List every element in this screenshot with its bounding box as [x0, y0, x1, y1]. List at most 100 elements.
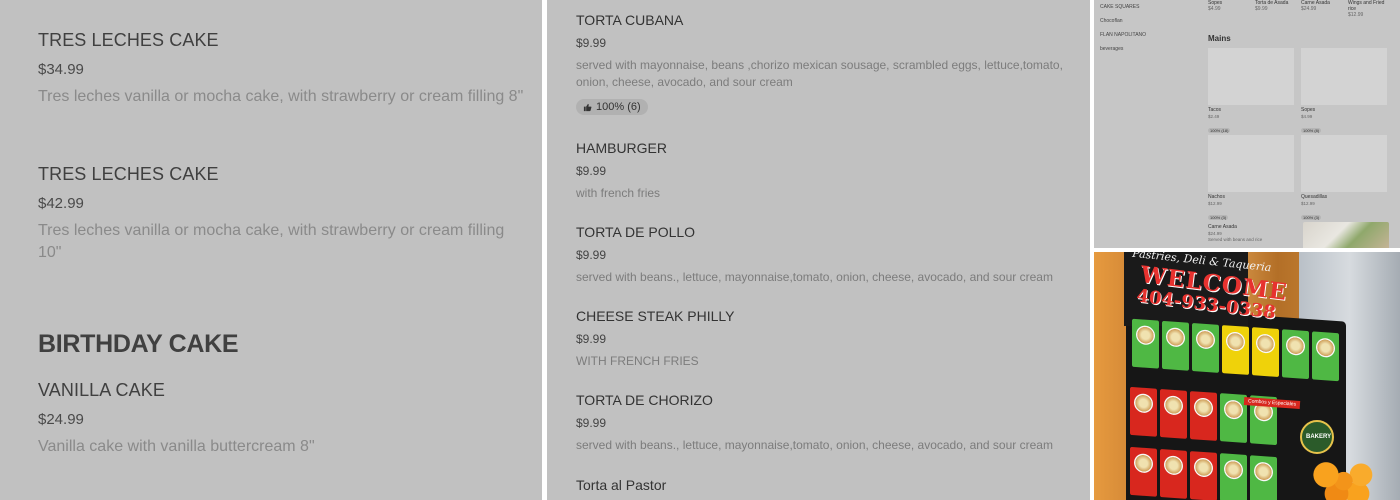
food-plate — [1134, 453, 1153, 474]
food-image — [1301, 48, 1387, 105]
item-price: $34.99 — [38, 61, 84, 78]
item-description: served with mayonnaise, beans ,chorizo m… — [576, 58, 1063, 89]
sidebar-item-flan-napolitano[interactable]: FLAN NAPOLITANO — [1100, 32, 1200, 38]
menu-card[interactable]: Carne Asada $24.99 Served with beans and… — [1208, 222, 1294, 242]
menu-tile — [1132, 318, 1159, 369]
item-description: Tres leches vanilla or mocha cake, with … — [38, 222, 505, 261]
rating-badge: 100% (18) — [1208, 128, 1231, 133]
food-plate — [1224, 459, 1243, 480]
item-name: Sopes — [1301, 107, 1316, 113]
ordering-page-thumbnail: CAKE SQUARES Chocoflan FLAN NAPOLITANO b… — [1094, 0, 1400, 248]
sidebar-item-beverages[interactable]: beverages — [1100, 46, 1200, 52]
menu-item[interactable]: CHEESE STEAK PHILLY $9.99 WITH FRENCH FR… — [576, 308, 1076, 370]
item-name: Carne Asada — [1208, 224, 1237, 230]
menu-tile — [1160, 448, 1187, 499]
menu-item[interactable]: HAMBURGER $9.99 with french fries — [576, 140, 1076, 202]
item-price: $12.99 — [1208, 201, 1222, 206]
category-sidebar: CAKE SQUARES Chocoflan FLAN NAPOLITANO b… — [1100, 4, 1200, 60]
food-image — [1301, 135, 1387, 192]
item-price: $9.99 — [576, 36, 607, 50]
item-name: TORTA CUBANA — [576, 12, 684, 28]
food-image — [1208, 135, 1294, 192]
menu-item[interactable]: TORTA DE CHORIZO $9.99 served with beans… — [576, 392, 1076, 454]
item-description: Served with beans and rice — [1208, 237, 1263, 242]
food-plate — [1164, 455, 1183, 476]
menu-tile — [1250, 455, 1277, 500]
item-name: Tacos — [1208, 107, 1222, 113]
food-plate — [1256, 333, 1275, 354]
top-item[interactable]: Carne Asada $24.99 — [1301, 0, 1345, 12]
menu-item[interactable]: TRES LECHES CAKE $34.99 Tres leches vani… — [38, 30, 528, 108]
rating-badge: 100% (8) — [1301, 128, 1322, 133]
rating-badge: 100% (3) — [1208, 215, 1229, 220]
item-description: served with beans., lettuce, mayonnaise,… — [576, 270, 1053, 284]
menu-tile — [1222, 325, 1249, 375]
item-description: Vanilla cake with vanilla buttercream 8" — [38, 438, 315, 455]
top-item[interactable]: Sopes $4.99 — [1208, 0, 1252, 12]
rating-text: 100% (6) — [596, 101, 641, 113]
top-item[interactable]: Wings and Fried rice $12.99 — [1348, 0, 1392, 18]
item-price: $24.99 — [1208, 231, 1222, 236]
item-name: Wings and Fried rice — [1348, 0, 1385, 12]
item-price: $9.99 — [576, 248, 607, 262]
menu-tile — [1190, 451, 1217, 500]
item-name: Torta al Pastor — [576, 477, 667, 493]
food-plate — [1196, 329, 1215, 350]
section-title: BIRTHDAY CAKE — [38, 330, 239, 358]
menu-tile — [1220, 393, 1247, 444]
menu-card[interactable]: Sopes $4.99 100% (8) — [1301, 48, 1387, 137]
menu-item[interactable]: VANILLA CAKE $24.99 Vanilla cake with va… — [38, 380, 528, 458]
item-price: $9.99 — [576, 416, 607, 430]
food-image — [1303, 222, 1389, 248]
menu-card[interactable]: Quesadillas $12.99 100% (3) — [1301, 135, 1387, 224]
food-image — [1208, 48, 1294, 105]
food-plate — [1254, 461, 1273, 482]
menu-tile — [1162, 320, 1189, 371]
food-plate — [1194, 397, 1213, 418]
menu-item[interactable]: TORTA DE POLLO $9.99 served with beans.,… — [576, 224, 1076, 286]
food-plate — [1164, 395, 1183, 416]
menu-tile-row — [1130, 386, 1277, 446]
menu-item[interactable]: Torta al Pastor — [576, 477, 1076, 493]
torta-menu-panel: TORTA CUBANA $9.99 served with mayonnais… — [547, 0, 1090, 500]
item-description: WITH FRENCH FRIES — [576, 354, 699, 368]
storefront-photo: Pastries, Deli & Taqueria WELCOME 404-93… — [1094, 252, 1400, 500]
food-plate — [1194, 457, 1213, 478]
menu-tile — [1130, 386, 1157, 437]
item-price: $2.49 — [1208, 114, 1220, 119]
logo-text: BAKERY — [1306, 434, 1332, 440]
menu-tile-row — [1130, 446, 1277, 500]
rating-badge: 100% (6) — [576, 99, 648, 115]
menu-item[interactable]: TRES LECHES CAKE $42.99 Tres leches vani… — [38, 164, 528, 264]
food-plate — [1134, 393, 1153, 414]
sidebar-item-cake-squares[interactable]: CAKE SQUARES — [1100, 4, 1200, 10]
menu-tile — [1192, 322, 1219, 373]
item-price: $4.99 — [1208, 6, 1221, 12]
menu-tile — [1312, 331, 1339, 382]
top-item[interactable]: Torta de Asada $9.99 — [1255, 0, 1299, 12]
item-name: TRES LECHES CAKE — [38, 164, 219, 184]
menu-item[interactable]: TORTA CUBANA $9.99 served with mayonnais… — [576, 12, 1076, 117]
food-plate — [1136, 325, 1155, 346]
item-name: Quesadillas — [1301, 194, 1328, 200]
food-plate — [1316, 337, 1335, 358]
item-price: $9.99 — [576, 332, 607, 346]
food-plate — [1166, 327, 1185, 348]
item-price: $24.99 — [38, 411, 84, 428]
thumbs-up-icon — [583, 103, 592, 111]
item-price: $12.99 — [1348, 12, 1364, 18]
item-price: $12.99 — [1301, 201, 1315, 206]
food-plate — [1224, 399, 1243, 420]
item-price: $9.99 — [576, 164, 607, 178]
sidebar-item-chocoflan[interactable]: Chocoflan — [1100, 18, 1200, 24]
item-name: HAMBURGER — [576, 140, 668, 156]
food-plate — [1286, 335, 1305, 356]
menu-card[interactable]: Tacos $2.49 100% (18) — [1208, 48, 1294, 137]
item-name: TORTA DE POLLO — [576, 224, 696, 240]
item-price: $9.99 — [1255, 6, 1268, 12]
item-description: with french fries — [576, 186, 661, 200]
item-name: CHEESE STEAK PHILLY — [576, 308, 735, 324]
item-name: VANILLA CAKE — [38, 380, 165, 400]
item-price: $42.99 — [38, 195, 84, 212]
menu-card[interactable]: Nachos $12.99 100% (3) — [1208, 135, 1294, 224]
